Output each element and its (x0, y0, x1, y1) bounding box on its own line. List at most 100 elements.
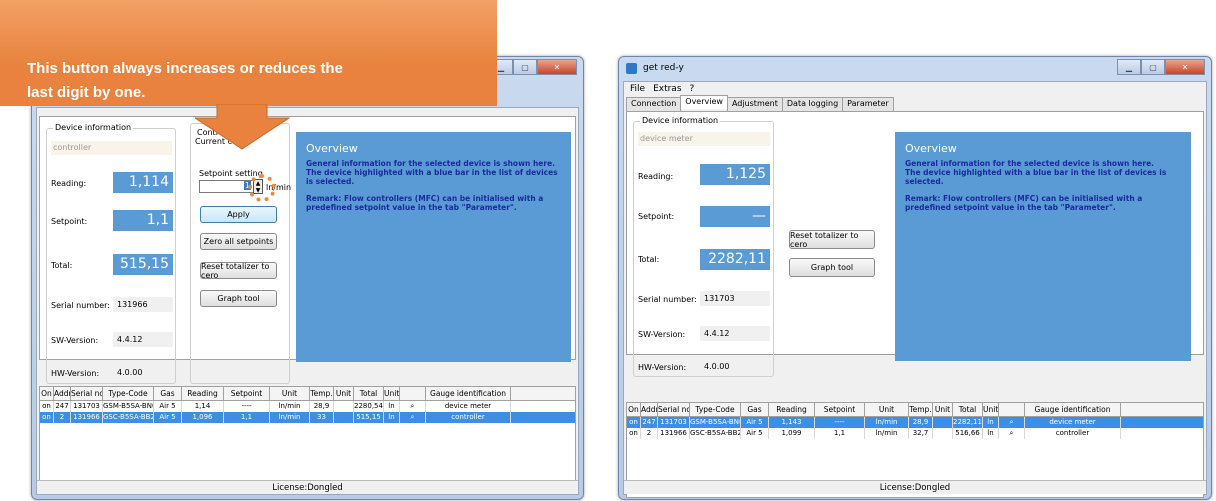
setpoint-label: Setpoint: (638, 212, 675, 221)
cell-col-temp: 33 (310, 412, 334, 423)
cell-col-total: 516,66 (953, 428, 983, 439)
header-col-addr[interactable]: Addr (54, 387, 71, 400)
overview-text-1: General information for the selected dev… (905, 159, 1155, 168)
cell-col-reading: 1,14 (182, 401, 224, 412)
stepper-highlight-circle (248, 174, 276, 202)
tab-data-logging[interactable]: Data logging (781, 97, 844, 111)
table-row[interactable]: on247131703GSM-B5SA-BN00Air 51,14----ln/… (40, 401, 575, 412)
cell-col-temp: 32,7 (909, 428, 933, 439)
maximize-icon[interactable]: ▢ (1141, 59, 1165, 75)
table-row[interactable]: on247131703GSM-B5SA-BN00Air 51,143----ln… (627, 417, 1203, 428)
overview-text-3: Remark: Flow controllers (MFC) can be in… (905, 194, 1143, 212)
total-value: 2282,11 (700, 249, 770, 270)
header-col-total-unit[interactable]: Unit (983, 403, 999, 416)
header-col-unit[interactable]: Unit (865, 403, 909, 416)
header-col-total[interactable]: Total (953, 403, 983, 416)
close-icon[interactable]: ✕ (1165, 59, 1205, 75)
header-col-type-code[interactable]: Type-Code (690, 403, 741, 416)
overview-text-1: General information for the selected dev… (306, 159, 556, 168)
close-icon[interactable]: ✕ (537, 59, 577, 75)
cell-col-temp-unit (933, 417, 953, 428)
apply-button[interactable]: Apply (200, 206, 277, 223)
tab-overview[interactable]: Overview (680, 95, 728, 109)
sw-version-label: SW-Version: (51, 336, 99, 345)
header-col-on[interactable]: On (627, 403, 641, 416)
total-label: Total: (638, 255, 660, 264)
header-col-icon[interactable] (999, 403, 1025, 416)
cell-col-total-unit: ln (384, 412, 400, 423)
header-col-setpoint[interactable]: Setpoint (224, 387, 270, 400)
total-label: Total: (51, 261, 73, 270)
header-col-unit[interactable]: Unit (270, 387, 310, 400)
magnifier-icon[interactable]: ⌕ (999, 428, 1025, 439)
cell-col-unit: ln/min (270, 401, 310, 412)
header-col-total[interactable]: Total (354, 387, 384, 400)
header-col-gauge-id[interactable]: Gauge identification (426, 387, 511, 400)
reset-totalizer-button[interactable]: Reset totalizer to cero (200, 262, 277, 280)
header-col-serial[interactable]: Serial no. (71, 387, 103, 400)
header-col-reading[interactable]: Reading (769, 403, 815, 416)
header-col-setpoint[interactable]: Setpoint (815, 403, 865, 416)
serial-number-value: 131703 (700, 291, 770, 306)
device-name-field: controller (51, 141, 172, 155)
left-client-area: Device information controller Reading: 1… (36, 107, 579, 495)
header-col-temp[interactable]: Temp. (909, 403, 933, 416)
header-col-type-code[interactable]: Type-Code (103, 387, 154, 400)
table-header: On Addr Serial no. Type-Code Gas Reading Setpo… (40, 387, 575, 401)
cell-col-type-code: GSC-B5SA-BB26 (103, 412, 154, 423)
cell-col-gas: Air 5 (154, 412, 182, 423)
header-col-gas[interactable]: Gas (741, 403, 769, 416)
device-information-group: Device information device meter Reading:… (633, 116, 774, 377)
magnifier-icon[interactable]: ⌕ (400, 412, 426, 423)
right-client-area: File Extras ? Connection Overview Adjust… (623, 81, 1207, 498)
tab-parameter[interactable]: Parameter (842, 97, 894, 111)
cell-col-reading: 1,099 (769, 428, 815, 439)
tab-strip: Connection Overview Adjustment Data logg… (626, 95, 894, 111)
header-col-icon[interactable] (400, 387, 426, 400)
header-col-temp-unit[interactable]: Unit (933, 403, 953, 416)
reading-value: 1,125 (700, 164, 770, 185)
minimize-icon[interactable]: ▁ (1117, 59, 1141, 75)
maximize-icon[interactable]: ▢ (513, 59, 537, 75)
overview-title: Overview (306, 142, 358, 155)
tab-adjustment[interactable]: Adjustment (726, 97, 783, 111)
header-col-reading[interactable]: Reading (182, 387, 224, 400)
table-row[interactable]: on 2 131966 GSC-B5SA-BB26 Air 5 1,099 1,1 ln/mi… (627, 428, 1203, 439)
cell-col-on: on (627, 417, 641, 428)
cell-col-total-unit: ln (384, 401, 400, 412)
header-col-addr[interactable]: Addr (641, 403, 658, 416)
header-col-on[interactable]: On (40, 387, 54, 400)
menu-file[interactable]: File (630, 84, 645, 94)
menu-extras[interactable]: Extras (653, 84, 681, 94)
magnifier-icon[interactable]: ⌕ (400, 401, 426, 412)
callout-gradient (0, 0, 497, 62)
right-window: get red-y ▁ ▢ ✕ File Extras ? Connection… (618, 56, 1212, 500)
cell-col-addr: 2 (54, 412, 71, 423)
overview-text-2: The device highlighted with a blue bar i… (306, 168, 558, 186)
setpoint-input[interactable]: 1 (199, 180, 255, 193)
magnifier-icon[interactable]: ⌕ (999, 417, 1025, 428)
cell-col-unit: ln/min (865, 428, 909, 439)
device-information-label: Device information (640, 116, 721, 125)
graph-tool-button[interactable]: Graph tool (789, 258, 875, 277)
reset-totalizer-button[interactable]: Reset totalizer to cero (789, 230, 875, 249)
tab-connection[interactable]: Connection (626, 97, 682, 111)
overview-title: Overview (905, 142, 957, 155)
table-row[interactable]: on 2 131966 GSC-B5SA-BB26 Air 5 1,096 1,1 ln/mi… (40, 412, 575, 423)
cell-col-gas: Air 5 (741, 417, 769, 428)
header-col-temp-unit[interactable]: Unit (334, 387, 354, 400)
header-col-gauge-id[interactable]: Gauge identification (1025, 403, 1121, 416)
license-status: License:Dongled (272, 483, 343, 493)
header-col-gas[interactable]: Gas (154, 387, 182, 400)
serial-number-label: Serial number: (638, 295, 697, 304)
cell-col-serial: 131966 (71, 412, 103, 423)
graph-tool-button[interactable]: Graph tool (200, 290, 277, 307)
header-col-total-unit[interactable]: Unit (384, 387, 400, 400)
cell-col-type-code: GSC-B5SA-BB26 (690, 428, 741, 439)
zero-all-setpoints-button[interactable]: Zero all setpoints (200, 233, 277, 250)
header-col-temp[interactable]: Temp. (310, 387, 334, 400)
header-col-serial[interactable]: Serial no. (658, 403, 690, 416)
right-window-controls: ▁ ▢ ✕ (1117, 59, 1205, 75)
menu-help[interactable]: ? (690, 84, 695, 94)
setpoint-value: — (700, 206, 770, 227)
